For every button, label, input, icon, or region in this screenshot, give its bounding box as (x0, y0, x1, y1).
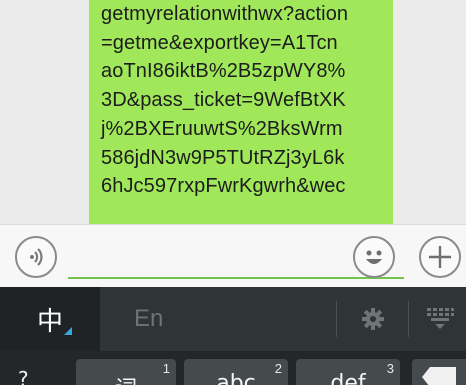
gear-icon (362, 308, 384, 330)
mode-indicator-icon (64, 327, 72, 335)
english-mode-button[interactable]: En (100, 287, 336, 351)
symbol-key[interactable]: ? (18, 367, 29, 385)
emoji-button[interactable] (353, 236, 395, 278)
plus-icon (429, 246, 451, 268)
chat-area: getmyrelationwithwx?action =getme&export… (0, 0, 466, 224)
divider (408, 301, 409, 337)
voice-button[interactable] (15, 236, 57, 278)
emoji-icon (366, 250, 382, 264)
message-text: getmyrelationwithwx?action =getme&export… (101, 3, 349, 198)
more-button[interactable] (419, 236, 461, 278)
key-3[interactable]: 3 def (296, 359, 400, 385)
delete-key[interactable] (412, 359, 466, 385)
backspace-icon (422, 367, 456, 385)
keyboard-keys: ? 1 词 2 abc 3 def (0, 351, 466, 385)
chinese-mode-label: 中 (36, 306, 63, 337)
key-2[interactable]: 2 abc (184, 359, 288, 385)
key-label: def (330, 371, 366, 385)
chinese-mode-button[interactable]: 中 (0, 287, 100, 351)
message-bubble[interactable]: getmyrelationwithwx?action =getme&export… (89, 0, 393, 224)
key-1[interactable]: 1 词 (76, 359, 176, 385)
hide-keyboard-button[interactable] (414, 287, 466, 351)
keyboard-hide-icon (427, 308, 454, 329)
divider (336, 301, 337, 337)
input-bar (0, 224, 466, 287)
ime-toolbar: 中 En (0, 287, 466, 351)
keyboard-settings-button[interactable] (346, 287, 400, 351)
english-mode-label: En (134, 305, 164, 332)
key-label: 词 (76, 371, 176, 385)
key-label: abc (216, 371, 256, 385)
voice-icon (30, 248, 43, 266)
